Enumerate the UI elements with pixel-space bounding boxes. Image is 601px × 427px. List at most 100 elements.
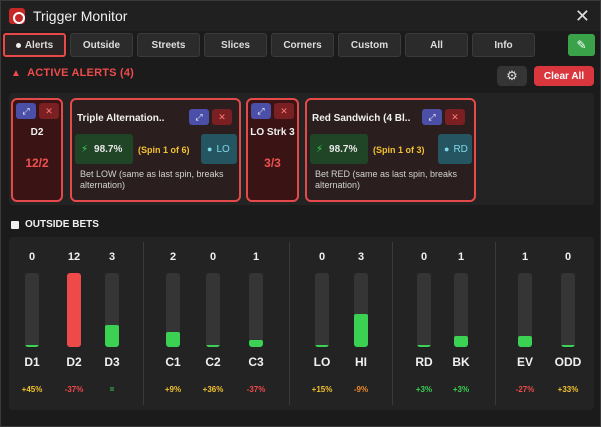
alerts-dot-icon [15, 42, 21, 48]
expand-icon[interactable]: ⤢ [189, 109, 209, 125]
bet-bar-fill [249, 340, 263, 347]
dismiss-icon[interactable]: ✕ [274, 103, 294, 119]
spin-progress: (Spin 1 of 6) [138, 145, 190, 155]
expand-icon[interactable]: ⤢ [251, 103, 271, 119]
bet-bar-fill [454, 336, 468, 347]
bolt-icon: ⚡ [81, 143, 89, 155]
gear-icon: ⚙ [506, 68, 518, 83]
expand-icon[interactable]: ⤢ [16, 103, 36, 119]
tab-alerts[interactable]: Alerts [3, 33, 66, 57]
alert-card-d2[interactable]: ⤢ ✕ D2 12/2 [11, 98, 63, 202]
bet-bar-fill [105, 325, 119, 347]
bet-bar-track [518, 273, 532, 347]
close-icon[interactable]: ✕ [575, 6, 590, 27]
bet-count: 1 [457, 251, 465, 263]
tab-streets[interactable]: Streets [137, 33, 200, 57]
bet-value: LO [216, 143, 230, 155]
bet-percent: -9% [353, 385, 369, 394]
tab-bar: Alerts Outside Streets Slices Corners Cu… [3, 33, 535, 59]
bet-label: C2 [205, 355, 221, 369]
bet-label: D1 [24, 355, 40, 369]
bet-label: EV [516, 355, 533, 369]
card-title: Red Sandwich (4 Bl.. [312, 113, 411, 124]
tab-custom[interactable]: Custom [338, 33, 401, 57]
bet-label: RD [415, 355, 433, 369]
group-divider [143, 242, 144, 405]
card-actions: ⤢ ✕ [251, 103, 294, 119]
bet-percent: +3% [415, 385, 433, 394]
group-divider [495, 242, 496, 405]
dismiss-icon[interactable]: ✕ [212, 109, 232, 125]
tab-label: Outside [82, 39, 121, 51]
bet-count: 0 [28, 251, 36, 263]
bet-bar-track [67, 273, 81, 347]
bet-percent: +15% [311, 385, 333, 394]
expand-icon[interactable]: ⤢ [422, 109, 442, 125]
tab-info[interactable]: Info [472, 33, 535, 57]
bolt-icon: ⚡ [316, 143, 324, 155]
bet-icon: ● [444, 144, 450, 154]
probability-value: 98.7% [329, 143, 358, 155]
pin-icon: ✎ [576, 38, 587, 52]
card-count: 12/2 [25, 156, 49, 170]
tab-outside[interactable]: Outside [70, 33, 133, 57]
bet-count: 0 [209, 251, 217, 263]
bet-count: 0 [420, 251, 428, 263]
outside-bets-header: OUTSIDE BETS [11, 219, 99, 230]
bet-bar-track [561, 273, 575, 347]
card-actions: ⤢ ✕ [189, 109, 232, 125]
tab-label: Alerts [24, 39, 54, 51]
alert-card-triple-alternation[interactable]: Triple Alternation.. ⤢ ✕ ⚡ 98.7% (Spin 1… [70, 98, 241, 202]
bet-label: D3 [104, 355, 120, 369]
alert-settings-button[interactable]: ⚙ [497, 66, 527, 86]
bet-count: 0 [318, 251, 326, 263]
bet-bar-fill [315, 345, 329, 347]
bet-label: ODD [554, 355, 582, 369]
probability-badge: ⚡ 98.7% [75, 134, 133, 164]
bet-bar-fill [67, 273, 81, 347]
bet-label: D2 [66, 355, 82, 369]
bet-bar-fill [417, 345, 431, 347]
bet-label: C1 [165, 355, 181, 369]
bet-bar-track [354, 273, 368, 347]
bet-percent: +33% [557, 385, 579, 394]
tab-label: Info [494, 39, 513, 51]
bet-bar-fill [166, 332, 180, 347]
bet-value: RD [453, 143, 468, 155]
alert-card-lo-streak[interactable]: ⤢ ✕ LO Strk 3 3/3 [246, 98, 299, 202]
bet-percent: +3% [452, 385, 470, 394]
spin-progress: (Spin 1 of 3) [373, 145, 425, 155]
bet-percent: = [109, 385, 115, 394]
bet-label: HI [355, 355, 367, 369]
tab-label: Corners [283, 39, 322, 51]
card-actions: ⤢ ✕ [422, 109, 465, 125]
bet-count: 12 [67, 251, 81, 263]
bet-percent: -37% [64, 385, 84, 394]
bet-bar-fill [354, 314, 368, 347]
probability-value: 98.7% [94, 143, 123, 155]
bet-count: 3 [108, 251, 116, 263]
tab-label: All [430, 39, 443, 51]
pin-button[interactable]: ✎ [568, 34, 595, 56]
bet-bar-track [105, 273, 119, 347]
bet-bar-track [206, 273, 220, 347]
active-alerts-title: ACTIVE ALERTS (4) [27, 67, 134, 79]
group-divider [289, 242, 290, 405]
tab-label: Streets [151, 39, 186, 51]
tab-all[interactable]: All [405, 33, 468, 57]
card-title: D2 [30, 127, 44, 138]
tab-corners[interactable]: Corners [271, 33, 334, 57]
dismiss-icon[interactable]: ✕ [39, 103, 59, 119]
alert-card-red-sandwich[interactable]: Red Sandwich (4 Bl.. ⤢ ✕ ⚡ 98.7% (Spin 1… [305, 98, 476, 202]
app-logo-icon [9, 8, 25, 24]
bet-icon: ● [207, 144, 213, 154]
title-bar: Trigger Monitor ✕ [1, 1, 600, 31]
bet-percent: +45% [21, 385, 43, 394]
tab-slices[interactable]: Slices [204, 33, 267, 57]
tab-label: Custom [350, 39, 389, 51]
bet-bar-track [166, 273, 180, 347]
bet-bar-fill [518, 336, 532, 347]
clear-all-button[interactable]: Clear All [534, 66, 594, 86]
dismiss-icon[interactable]: ✕ [445, 109, 465, 125]
card-count: 3/3 [264, 156, 281, 170]
